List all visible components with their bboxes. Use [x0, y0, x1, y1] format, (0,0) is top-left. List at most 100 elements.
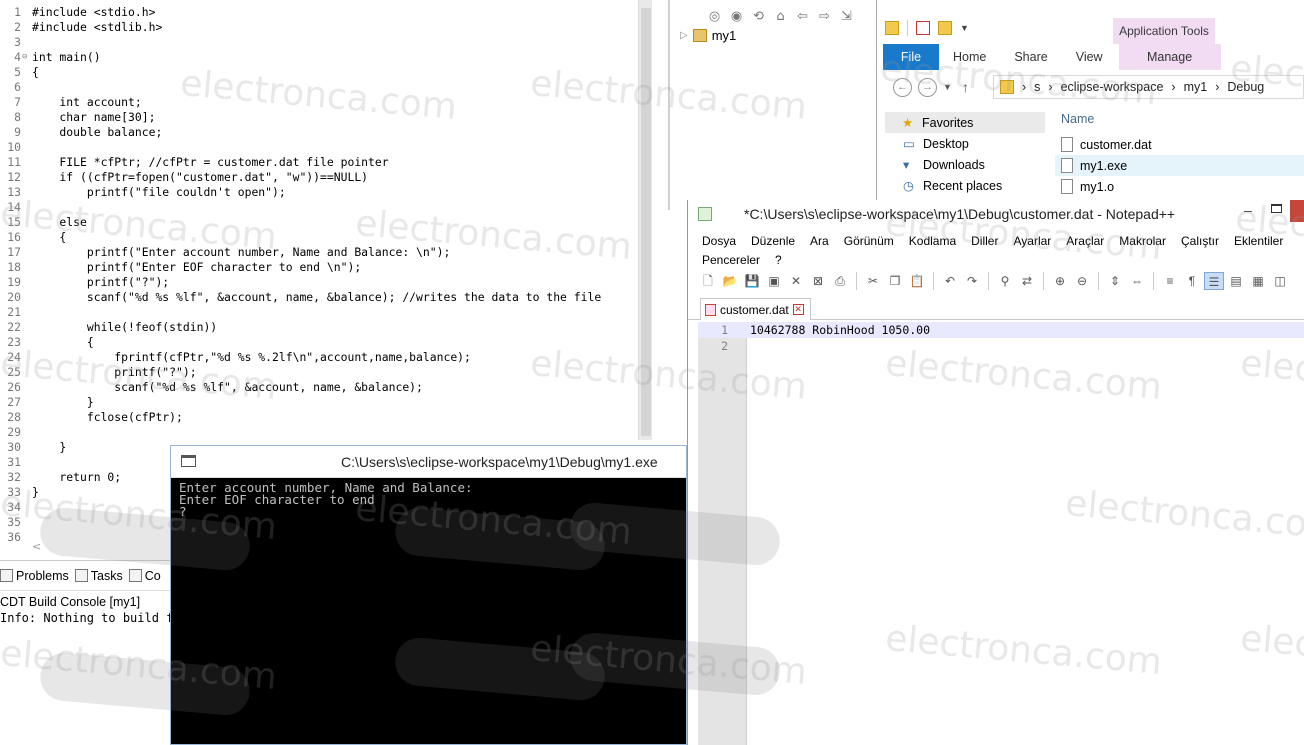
indent-guide-icon[interactable]: ☰ [1204, 272, 1224, 290]
path-separator-icon[interactable]: › [1048, 80, 1052, 94]
history-icon[interactable]: ◎ [706, 8, 723, 25]
breadcrumb-item[interactable]: eclipse-workspace [1061, 80, 1164, 94]
function-list-icon[interactable]: ▦ [1248, 272, 1268, 290]
path-separator-icon[interactable]: › [1215, 80, 1219, 94]
project-folder-icon [692, 29, 707, 42]
unsaved-file-icon [705, 303, 716, 316]
tab-view[interactable]: View [1062, 44, 1119, 70]
menu-item[interactable]: Araçlar [1066, 232, 1104, 251]
maximize-button[interactable] [1271, 204, 1282, 213]
menu-item[interactable]: Pencereler [702, 251, 760, 270]
tab-customer-dat[interactable]: customer.dat ✕ [700, 298, 811, 320]
menu-item[interactable]: Görünüm [844, 232, 894, 251]
nav-item[interactable]: ▾ Downloads [885, 154, 1045, 175]
nav-item[interactable]: ★ Favorites [885, 112, 1045, 133]
menu-item[interactable]: Diller [971, 232, 998, 251]
back-arrow-icon[interactable]: ⇦ [794, 8, 811, 25]
new-folder-icon[interactable] [938, 21, 952, 35]
find-icon[interactable]: ⚲ [995, 272, 1015, 290]
quick-access-toolbar: ▼ [885, 20, 969, 36]
save-icon[interactable]: 💾 [742, 272, 762, 290]
panel-tab[interactable]: Problems [0, 569, 75, 583]
code-text: { [32, 230, 67, 244]
nav-item[interactable]: ▭ Desktop [885, 133, 1045, 154]
open-file-icon[interactable]: 📂 [720, 272, 740, 290]
redo-icon[interactable]: ↷ [962, 272, 982, 290]
paste-icon[interactable]: 📋 [907, 272, 927, 290]
copy-icon[interactable]: ❐ [885, 272, 905, 290]
print-icon[interactable]: ⎙ [830, 272, 850, 290]
scroll-left-icon[interactable]: < [32, 540, 41, 553]
menu-item[interactable]: Düzenle [751, 232, 795, 251]
path-separator-icon[interactable]: › [1022, 80, 1026, 94]
file-row[interactable]: my1.exe [1055, 155, 1304, 176]
menu-item[interactable]: Makrolar [1119, 232, 1166, 251]
menu-item[interactable]: Dosya [702, 232, 736, 251]
word-wrap-icon[interactable]: ≡ [1160, 272, 1180, 290]
breadcrumb-item[interactable]: Debug [1227, 80, 1264, 94]
folder-icon[interactable] [885, 21, 899, 35]
breadcrumb-item[interactable]: s [1034, 80, 1040, 94]
forward-icon[interactable]: → [918, 77, 937, 97]
tab-close-icon[interactable]: ✕ [792, 304, 804, 315]
close-all-icon[interactable]: ⊠ [808, 272, 828, 290]
fold-toggle-icon[interactable]: ⊖ [22, 50, 31, 65]
zoom-out-icon[interactable]: ⊖ [1072, 272, 1092, 290]
console-output-area[interactable]: Enter account number, Name and Balance: E… [171, 478, 686, 744]
menu-item[interactable]: Ara [810, 232, 829, 251]
new-file-icon[interactable]: 🗋 [698, 272, 718, 290]
code-text: scanf("%d %s %lf", &account, name, &bala… [32, 380, 423, 394]
file-row[interactable]: my1.o [1055, 176, 1304, 197]
line-number: 25 [7, 365, 21, 379]
collapse-icon[interactable]: ⇲ [838, 8, 855, 25]
save-all-icon[interactable]: ▣ [764, 272, 784, 290]
tab-manage[interactable]: Manage [1118, 44, 1221, 70]
panel-tab[interactable]: Tasks [74, 569, 129, 583]
close-file-icon[interactable]: ✕ [786, 272, 806, 290]
notepad-title: *C:\Users\s\eclipse-workspace\my1\Debug\… [744, 206, 1176, 222]
properties-icon[interactable] [916, 21, 930, 35]
breadcrumb-item[interactable]: my1 [1184, 80, 1208, 94]
replace-icon[interactable]: ⇄ [1017, 272, 1037, 290]
notepad-editor[interactable]: 1 10462788 RobinHood 1050.00 2 [698, 322, 1304, 745]
nav-item[interactable]: ◷ Recent places [885, 175, 1045, 196]
expand-chevron-icon[interactable]: ▷ [680, 30, 688, 41]
line-text: 10462788 RobinHood 1050.00 [750, 323, 931, 337]
back-icon[interactable]: ← [893, 77, 912, 97]
column-header-name[interactable]: Name [1055, 108, 1304, 134]
tab-share[interactable]: Share [1000, 44, 1061, 70]
tab-home[interactable]: Home [939, 44, 1000, 70]
chevron-down-icon[interactable]: ▼ [960, 23, 969, 33]
project-tree-item[interactable]: ▷ my1 [680, 28, 736, 43]
scroll-thumb[interactable] [641, 8, 651, 436]
menu-item[interactable]: Kodlama [909, 232, 956, 251]
code-line: 10 [0, 140, 640, 155]
macro-icon[interactable]: ◫ [1270, 272, 1290, 290]
panel-tab[interactable]: Co [128, 569, 167, 583]
path-separator-icon[interactable]: › [1171, 80, 1175, 94]
minimize-button[interactable]: – [1244, 202, 1252, 218]
address-bar[interactable]: › s › eclipse-workspace › my1 › Debug [993, 75, 1304, 99]
menu-item[interactable]: Ayarlar [1013, 232, 1051, 251]
zoom-in-icon[interactable]: ⊕ [1050, 272, 1070, 290]
up-arrow-icon[interactable]: ↑ [962, 79, 969, 95]
show-all-chars-icon[interactable]: ¶ [1182, 272, 1202, 290]
panel-tab-label: Problems [16, 568, 69, 583]
recent-chevron-icon[interactable]: ▼ [943, 82, 952, 92]
home-icon[interactable]: ⌂ [772, 8, 789, 25]
sync-vertical-icon[interactable]: ⇕ [1105, 272, 1125, 290]
editor-vertical-scrollbar[interactable] [638, 0, 652, 440]
doc-map-icon[interactable]: ▤ [1226, 272, 1246, 290]
tab-file[interactable]: File [883, 44, 939, 70]
link-icon[interactable]: ⟲ [750, 8, 767, 25]
undo-icon[interactable]: ↶ [940, 272, 960, 290]
cut-icon[interactable]: ✂ [863, 272, 883, 290]
menu-item[interactable]: ? [775, 251, 782, 270]
menu-item[interactable]: Çalıştır [1181, 232, 1219, 251]
sync-horizontal-icon[interactable]: ⇔ [1127, 272, 1147, 290]
file-row[interactable]: customer.dat [1055, 134, 1304, 155]
menu-item[interactable]: Eklentiler [1234, 232, 1283, 251]
focus-icon[interactable]: ◉ [728, 8, 745, 25]
forward-arrow-icon[interactable]: ⇨ [816, 8, 833, 25]
close-button[interactable] [1290, 200, 1304, 222]
